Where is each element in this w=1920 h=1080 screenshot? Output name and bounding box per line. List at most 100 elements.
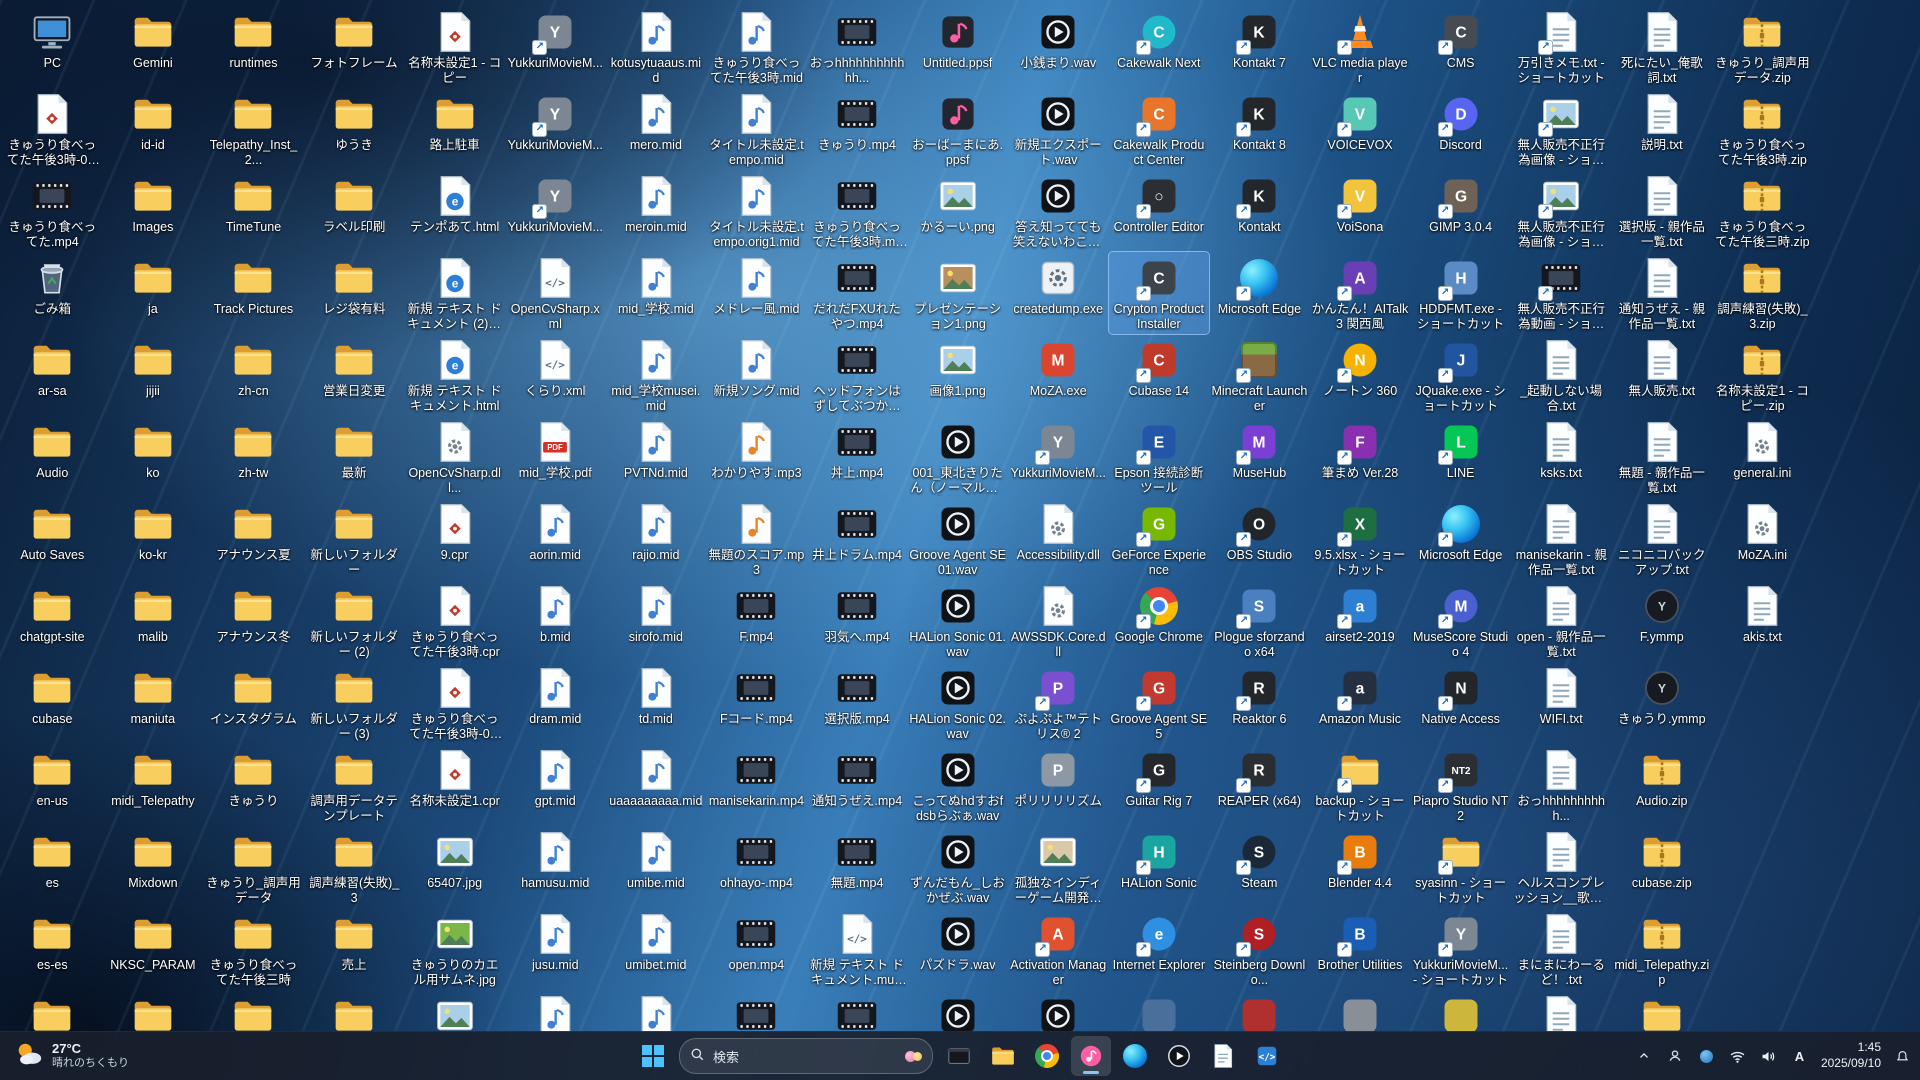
desktop-icon-grid[interactable]: PCきゅうり食べってた午後3時-01.cprきゅうり食べってた.mp4ごみ箱ar…: [2, 6, 1814, 1032]
desktop-icon[interactable]: きゅうり食べってた.mp4: [2, 170, 103, 252]
search-input[interactable]: 検索: [679, 1038, 933, 1074]
desktop-icon[interactable]: 65407.jpg: [404, 826, 505, 908]
desktop-icon[interactable]: 井上ドラム.mp4: [807, 498, 908, 580]
desktop-icon[interactable]: アナウンス夏: [203, 498, 304, 580]
desktop-icon[interactable]: きゅうり食べってた午後3時.zip: [1712, 88, 1813, 170]
desktop-icon[interactable]: 通知うぜえ.mp4: [807, 744, 908, 826]
desktop-icon[interactable]: ja: [103, 252, 204, 334]
desktop-icon[interactable]: わかりやす.mp3: [706, 416, 807, 498]
desktop-icon[interactable]: おーばーまにあ.ppsf: [907, 88, 1008, 170]
desktop-icon[interactable]: 営業日変更: [304, 334, 405, 416]
desktop-icon[interactable]: Microsoft Edge: [1209, 252, 1310, 334]
desktop-icon[interactable]: 無題 - 親作品一覧.txt: [1612, 416, 1713, 498]
desktop-icon[interactable]: F.mp4: [706, 580, 807, 662]
desktop-icon[interactable]: 調声用データテンプレート: [304, 744, 405, 826]
desktop-icon[interactable]: だれだFXUれたやつ.mp4: [807, 252, 908, 334]
desktop-icon[interactable]: ヘルスコンプレッション__歌詞.txt: [1511, 826, 1612, 908]
desktop-icon[interactable]: K Kontakt 8: [1209, 88, 1310, 170]
desktop-icon[interactable]: 001_東北きりたん（ノーマル）_今じゃ...: [907, 416, 1008, 498]
desktop-icon[interactable]: C Cakewalk Next: [1109, 6, 1210, 88]
desktop-icon[interactable]: [505, 990, 606, 1032]
desktop-icon[interactable]: cubase: [2, 662, 103, 744]
desktop-icon[interactable]: meroin.mid: [606, 170, 707, 252]
desktop-icon[interactable]: V VoiSona: [1310, 170, 1411, 252]
desktop-icon[interactable]: backup - ショートカット: [1310, 744, 1411, 826]
desktop-icon[interactable]: cubase.zip: [1612, 826, 1713, 908]
desktop-icon[interactable]: ゆうき: [304, 88, 405, 170]
desktop-icon[interactable]: 名称未設定1.cpr: [404, 744, 505, 826]
desktop-icon[interactable]: jijii: [103, 334, 204, 416]
desktop-icon[interactable]: Track Pictures: [203, 252, 304, 334]
desktop-icon[interactable]: b.mid: [505, 580, 606, 662]
desktop-icon[interactable]: open - 親作品一覧.txt: [1511, 580, 1612, 662]
desktop-icon[interactable]: malib: [103, 580, 204, 662]
desktop-icon[interactable]: まにまにわーるど！.txt: [1511, 908, 1612, 990]
desktop-icon[interactable]: [1109, 990, 1210, 1032]
desktop-icon[interactable]: WIFI.txt: [1511, 662, 1612, 744]
desktop-icon[interactable]: a Amazon Music: [1310, 662, 1411, 744]
bluetooth-tray-icon[interactable]: [1691, 1038, 1722, 1074]
desktop-icon[interactable]: [907, 990, 1008, 1032]
desktop-icon[interactable]: 丼上.mp4: [807, 416, 908, 498]
desktop-icon[interactable]: ニコニコバックアップ.txt: [1612, 498, 1713, 580]
desktop-icon[interactable]: C CMS: [1410, 6, 1511, 88]
desktop-icon[interactable]: O OBS Studio: [1209, 498, 1310, 580]
desktop-icon[interactable]: S Steam: [1209, 826, 1310, 908]
desktop-icon[interactable]: 答え知ってても笑えないわこれ.wav: [1008, 170, 1109, 252]
desktop-icon[interactable]: ko-kr: [103, 498, 204, 580]
desktop-icon[interactable]: きゅうり_調声用データ.zip: [1712, 6, 1813, 88]
desktop-icon[interactable]: 無題のスコア.mp3: [706, 498, 807, 580]
desktop-icon[interactable]: Auto Saves: [2, 498, 103, 580]
desktop-icon[interactable]: 新しいフォルダー (2): [304, 580, 405, 662]
desktop-icon[interactable]: NT2 Piapro Studio NT2: [1410, 744, 1511, 826]
desktop-icon[interactable]: Y きゅうり.ymmp: [1612, 662, 1713, 744]
notepad-taskbar-button[interactable]: [1203, 1036, 1243, 1076]
weather-widget[interactable]: 27°C 晴れのちくもり: [4, 1034, 139, 1078]
desktop-icon[interactable]: e 新規 テキスト ドキュメント.html: [404, 334, 505, 416]
desktop-icon[interactable]: インスタグラム: [203, 662, 304, 744]
desktop-icon[interactable]: S Plogue sforzando x64: [1209, 580, 1310, 662]
desktop-icon[interactable]: 無人販売不正行為画像 - ショートカッ...: [1511, 88, 1612, 170]
desktop-icon[interactable]: Mixdown: [103, 826, 204, 908]
blue-code-app-taskbar-button[interactable]: </>: [1247, 1036, 1287, 1076]
desktop-icon[interactable]: Accessibility.dll: [1008, 498, 1109, 580]
dark-window-app-taskbar-button[interactable]: [939, 1036, 979, 1076]
desktop-icon[interactable]: e 新規 テキスト ドキュメント (2).html: [404, 252, 505, 334]
pink-music-app-taskbar-button[interactable]: [1071, 1036, 1111, 1076]
desktop-icon[interactable]: Audio.zip: [1612, 744, 1713, 826]
desktop-icon[interactable]: きゅうり食べってた午後3時.mp4: [807, 170, 908, 252]
desktop-icon[interactable]: レジ袋有料: [304, 252, 405, 334]
desktop-icon[interactable]: _起動しない場合.txt: [1511, 334, 1612, 416]
desktop-icon[interactable]: きゅうり: [203, 744, 304, 826]
file-explorer-taskbar-button[interactable]: [983, 1036, 1023, 1076]
desktop-icon[interactable]: [1310, 990, 1411, 1032]
desktop-icon[interactable]: en-us: [2, 744, 103, 826]
desktop-icon[interactable]: 説明.txt: [1612, 88, 1713, 170]
desktop-icon[interactable]: きゅうり食べってた午後3時.cpr: [404, 580, 505, 662]
desktop-icon[interactable]: 万引きメモ.txt - ショートカット: [1511, 6, 1612, 88]
desktop-icon[interactable]: manisekarin - 親作品一覧.txt: [1511, 498, 1612, 580]
desktop-icon[interactable]: mero.mid: [606, 88, 707, 170]
ime-indicator[interactable]: A: [1784, 1038, 1815, 1074]
desktop-icon[interactable]: きゅうり食べってた午後3時.mid: [706, 6, 807, 88]
desktop-icon[interactable]: [606, 990, 707, 1032]
desktop-icon[interactable]: 小銭まり.wav: [1008, 6, 1109, 88]
desktop-icon[interactable]: ksks.txt: [1511, 416, 1612, 498]
desktop-icon[interactable]: S Steinberg Downlo...: [1209, 908, 1310, 990]
desktop-icon[interactable]: P ポリリリリズム: [1008, 744, 1109, 826]
desktop-icon[interactable]: 売上: [304, 908, 405, 990]
desktop-icon[interactable]: [1612, 990, 1713, 1032]
desktop-icon[interactable]: 9.cpr: [404, 498, 505, 580]
desktop-icon[interactable]: [1209, 990, 1310, 1032]
desktop-icon[interactable]: ko: [103, 416, 204, 498]
wifi-tray-icon[interactable]: [1722, 1038, 1753, 1074]
desktop-icon[interactable]: runtimes: [203, 6, 304, 88]
desktop-icon[interactable]: [706, 990, 807, 1032]
desktop-icon[interactable]: ごみ箱: [2, 252, 103, 334]
desktop-icon[interactable]: HALion Sonic 01.wav: [907, 580, 1008, 662]
desktop-icon[interactable]: id-id: [103, 88, 204, 170]
desktop-icon[interactable]: 無題.mp4: [807, 826, 908, 908]
desktop-icon[interactable]: きゅうり食べってた午後三時.zip: [1712, 170, 1813, 252]
desktop-icon[interactable]: おっhhhhhhhhhh...: [1511, 744, 1612, 826]
desktop-icon[interactable]: midi_Telepathy.zip: [1612, 908, 1713, 990]
